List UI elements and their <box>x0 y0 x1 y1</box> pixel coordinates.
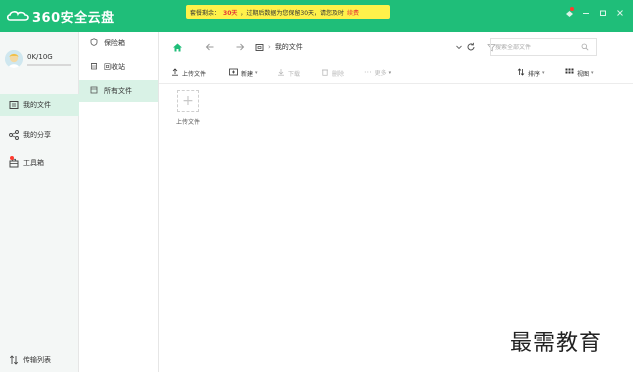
sort-label: 排序 <box>528 70 541 78</box>
grid-view-icon <box>565 68 574 78</box>
plus-icon[interactable]: + <box>177 90 199 112</box>
sidebar-item-my-share[interactable]: 我的分享 <box>0 124 79 146</box>
toolbox-icon <box>8 155 19 169</box>
user-panel[interactable]: 0K/10G <box>5 50 75 78</box>
midnav-item-label: 保险箱 <box>104 39 125 47</box>
notice-days: 30天 <box>223 9 238 17</box>
upload-tile[interactable]: + 上传文件 <box>173 90 203 130</box>
subscription-notice: 套餐剩余： 30天 ，过期后数据为您保留30天，请您及时 续费 <box>186 5 390 19</box>
sidebar-item-my-files[interactable]: 我的文件 <box>0 94 79 116</box>
notification-dot <box>570 7 574 11</box>
search-box[interactable] <box>490 38 597 56</box>
search-input[interactable] <box>495 43 575 51</box>
dropdown-caret-icon: ▾ <box>388 69 392 76</box>
delete-label: 删除 <box>332 70 345 78</box>
dropdown-caret-icon: ▾ <box>591 70 594 76</box>
sidebar: 0K/10G 我的文件 我的分享 工具箱 传输列表 <box>0 32 79 372</box>
delete-button[interactable]: 删除 <box>321 68 344 78</box>
view-label: 视图 <box>577 70 590 78</box>
folder-icon <box>255 43 264 51</box>
all-files-icon <box>89 86 99 96</box>
toolbar: 上传文件 新建 ▾ 下载 删除 ··· 更多 ▾ 排序 ▾ 视图 ▾ <box>159 64 633 84</box>
midnav-item-all-files[interactable]: 所有文件 <box>79 80 158 102</box>
new-button[interactable]: 新建 ▾ <box>229 68 258 78</box>
close-icon[interactable] <box>615 8 625 18</box>
more-label: 更多 <box>374 70 387 77</box>
folder-icon <box>8 100 19 111</box>
new-label: 新建 <box>241 70 254 78</box>
file-category-nav: 保险箱 回收站 所有文件 <box>79 32 159 372</box>
trash-icon <box>321 68 329 78</box>
midnav-item-label: 回收站 <box>104 63 125 71</box>
midnav-item-safe[interactable]: 保险箱 <box>79 32 158 54</box>
chevron-right-icon: › <box>268 43 271 51</box>
window-controls <box>564 7 625 18</box>
share-icon <box>8 130 19 141</box>
sidebar-item-label: 工具箱 <box>23 159 44 167</box>
maximize-icon[interactable] <box>598 8 608 18</box>
storage-bar <box>27 64 71 66</box>
watermark: 最需教育 <box>510 331 603 356</box>
toolbox-badge <box>10 155 14 160</box>
more-button[interactable]: ··· 更多 ▾ <box>364 68 391 77</box>
skin-icon[interactable] <box>564 7 574 18</box>
app-logo: 360安全云盘 <box>6 6 115 26</box>
download-label: 下载 <box>288 70 301 78</box>
midnav-item-label: 所有文件 <box>104 87 132 95</box>
address-bar: › 我的文件 <box>159 36 633 58</box>
transfer-list-label: 传输列表 <box>23 355 51 364</box>
main-content: › 我的文件 上传文件 新建 ▾ <box>159 32 633 372</box>
storage-quota: 0K/10G <box>27 53 53 61</box>
new-folder-icon <box>229 68 238 78</box>
sort-button[interactable]: 排序 ▾ <box>517 68 545 78</box>
chevron-down-icon[interactable] <box>453 41 465 53</box>
transfer-list-button[interactable]: 传输列表 <box>8 354 51 365</box>
dropdown-caret-icon: ▾ <box>255 70 258 76</box>
avatar[interactable] <box>5 50 23 68</box>
renew-link[interactable]: 续费 <box>347 8 359 17</box>
breadcrumb[interactable]: › 我的文件 <box>255 38 483 56</box>
upload-button[interactable]: 上传文件 <box>171 68 206 78</box>
search-icon[interactable] <box>581 43 589 51</box>
upload-tile-label: 上传文件 <box>175 119 200 126</box>
more-dots-icon: ··· <box>364 68 372 77</box>
title-bar: 360安全云盘 套餐剩余： 30天 ，过期后数据为您保留30天，请您及时 续费 <box>0 0 633 32</box>
forward-arrow-icon[interactable] <box>234 41 246 53</box>
download-icon <box>277 68 285 78</box>
breadcrumb-current: 我的文件 <box>274 43 303 51</box>
sort-icon <box>517 68 525 78</box>
refresh-icon[interactable] <box>465 41 477 53</box>
transfer-icon <box>8 354 19 365</box>
minimize-icon[interactable] <box>581 8 591 18</box>
download-button[interactable]: 下载 <box>277 68 300 78</box>
sidebar-item-toolbox[interactable]: 工具箱 <box>0 152 79 174</box>
home-icon[interactable] <box>171 41 183 53</box>
sidebar-item-label: 我的分享 <box>23 131 51 139</box>
sidebar-item-label: 我的文件 <box>23 101 51 109</box>
dropdown-caret-icon: ▾ <box>542 70 545 76</box>
midnav-item-recycle[interactable]: 回收站 <box>79 56 158 78</box>
app-name: 360安全云盘 <box>32 10 115 26</box>
upload-icon <box>171 68 179 78</box>
notice-prefix: 套餐剩余： <box>190 9 221 17</box>
recycle-icon <box>89 62 99 72</box>
back-arrow-icon[interactable] <box>204 41 216 53</box>
view-button[interactable]: 视图 ▾ <box>565 68 594 78</box>
safe-icon <box>89 38 99 48</box>
upload-label: 上传文件 <box>182 70 207 78</box>
cloud-logo-icon <box>6 11 29 21</box>
notice-message: ，过期后数据为您保留30天，请您及时 <box>240 9 345 17</box>
